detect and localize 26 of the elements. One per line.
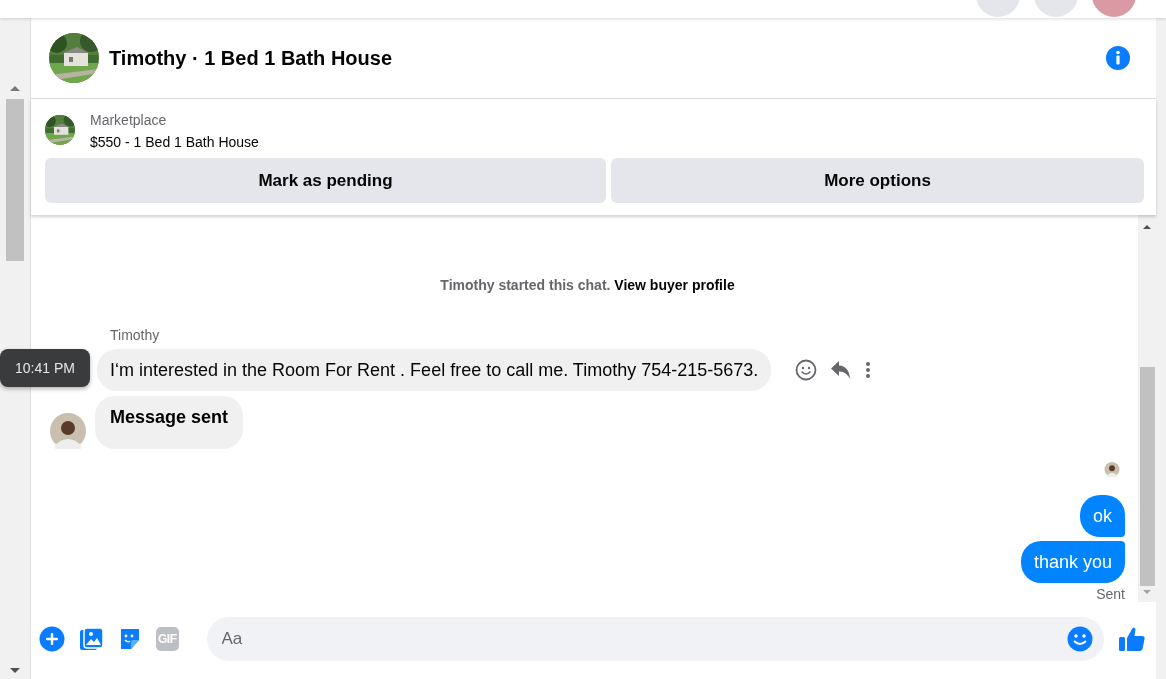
sender-name: Timothy bbox=[110, 327, 161, 343]
sticker-icon[interactable] bbox=[118, 627, 142, 651]
more-icon[interactable] bbox=[865, 361, 872, 379]
message-bubble: Message sent bbox=[95, 396, 244, 449]
action-button[interactable]: Mark as pending bbox=[45, 158, 606, 203]
message-bubble: ok bbox=[1080, 495, 1125, 537]
thumbs-up-icon[interactable] bbox=[1118, 625, 1146, 653]
message-field[interactable]: Aa bbox=[206, 617, 1104, 661]
info-icon[interactable] bbox=[1105, 45, 1131, 71]
profile-link[interactable]: View buyer profile bbox=[614, 277, 735, 293]
message-bubble: I‘m interested in the Room For Rent . Feel free to call me. Timothy 754-215-5673. bbox=[97, 349, 772, 391]
emoji-icon[interactable] bbox=[1067, 626, 1093, 652]
avatar bbox=[1103, 462, 1121, 477]
chat-notice: Timothy started this chat. View buyer profile bbox=[440, 277, 735, 293]
message-bubble: thank you bbox=[1020, 541, 1125, 583]
chat-title: Timothy · 1 Bed 1 Bath House bbox=[109, 46, 393, 70]
avatar bbox=[50, 413, 86, 449]
listing-label: Marketplace bbox=[90, 112, 168, 128]
smiley-icon[interactable] bbox=[795, 359, 818, 381]
reply-icon[interactable] bbox=[830, 360, 853, 380]
delivery-status: Sent bbox=[1096, 586, 1125, 602]
action-button[interactable]: More options bbox=[611, 158, 1144, 203]
timestamp-tooltip: 10:41 PM bbox=[0, 349, 90, 387]
image-icon[interactable] bbox=[79, 626, 104, 652]
add-icon[interactable] bbox=[39, 626, 65, 652]
listing-title: $550 - 1 Bed 1 Bath House bbox=[90, 134, 259, 150]
